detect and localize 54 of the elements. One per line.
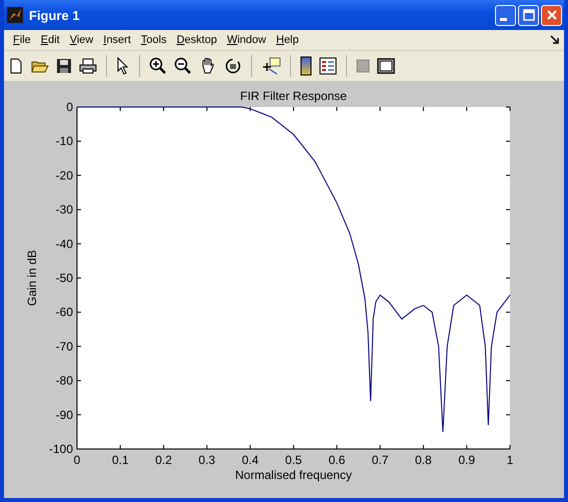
- menu-item[interactable]: Window: [222, 34, 272, 46]
- x-tick-label: 0.1: [112, 453, 129, 467]
- maximize-icon: [522, 9, 534, 21]
- maximize-button[interactable]: [518, 4, 539, 26]
- square-icon[interactable]: [356, 59, 370, 73]
- y-tick-label: -10: [56, 134, 73, 148]
- x-tick-label: 0.9: [458, 453, 476, 467]
- zoom-in-icon[interactable]: [149, 57, 167, 75]
- x-tick-label: 0.4: [242, 453, 259, 467]
- new-file-icon[interactable]: [8, 58, 24, 74]
- close-icon: [546, 9, 558, 21]
- x-tick-label: 0.7: [372, 453, 388, 467]
- y-axis-label: Gain in dB: [25, 250, 39, 306]
- menu-item[interactable]: Tools: [136, 34, 172, 46]
- x-axis-label: Normalised frequency: [235, 468, 352, 482]
- menu-item[interactable]: Insert: [98, 34, 136, 46]
- minimize-icon: [500, 18, 507, 20]
- save-icon[interactable]: [56, 58, 72, 74]
- y-tick-label: -60: [56, 305, 73, 320]
- chart-title: FIR Filter Response: [240, 89, 347, 103]
- y-tick-label: -40: [56, 236, 73, 251]
- y-tick-label: -30: [56, 202, 73, 217]
- colorbar-icon[interactable]: [300, 56, 312, 76]
- menu-item[interactable]: Help: [271, 34, 304, 46]
- x-tick-label: 0.6: [328, 453, 346, 467]
- rotate-icon[interactable]: [224, 57, 242, 75]
- y-tick-label: -20: [56, 168, 73, 182]
- dock-arrow-icon[interactable]: [550, 35, 560, 45]
- x-tick-label: 0: [74, 453, 80, 467]
- menu-item[interactable]: Desktop: [172, 34, 222, 46]
- close-button[interactable]: [541, 4, 562, 26]
- x-tick-label: 0.3: [198, 453, 216, 467]
- pointer-icon[interactable]: [116, 57, 130, 75]
- menu-item[interactable]: File: [8, 34, 36, 46]
- x-tick-label: 0.5: [285, 453, 302, 467]
- window-title: Figure 1: [29, 8, 81, 22]
- menu-item[interactable]: Edit: [36, 34, 65, 46]
- menu-item[interactable]: View: [64, 34, 98, 46]
- y-tick-label: -70: [56, 339, 73, 354]
- y-tick-label: -100: [48, 442, 73, 456]
- x-tick-label: 0.2: [155, 453, 172, 467]
- print-icon[interactable]: [79, 58, 97, 74]
- window-icon[interactable]: [377, 58, 395, 74]
- y-tick-label: -80: [56, 374, 73, 388]
- y-tick-label: 0: [66, 100, 73, 114]
- y-tick-label: -50: [56, 271, 73, 285]
- x-tick-label: 0.8: [415, 453, 432, 467]
- app-icon: [7, 7, 23, 23]
- y-tick-label: -90: [56, 408, 73, 422]
- legend-icon[interactable]: [319, 57, 337, 75]
- x-tick-label: 1: [506, 453, 514, 467]
- zoom-out-icon[interactable]: [174, 57, 192, 75]
- data-cursor-icon[interactable]: [261, 57, 281, 75]
- minimize-button[interactable]: [495, 4, 516, 26]
